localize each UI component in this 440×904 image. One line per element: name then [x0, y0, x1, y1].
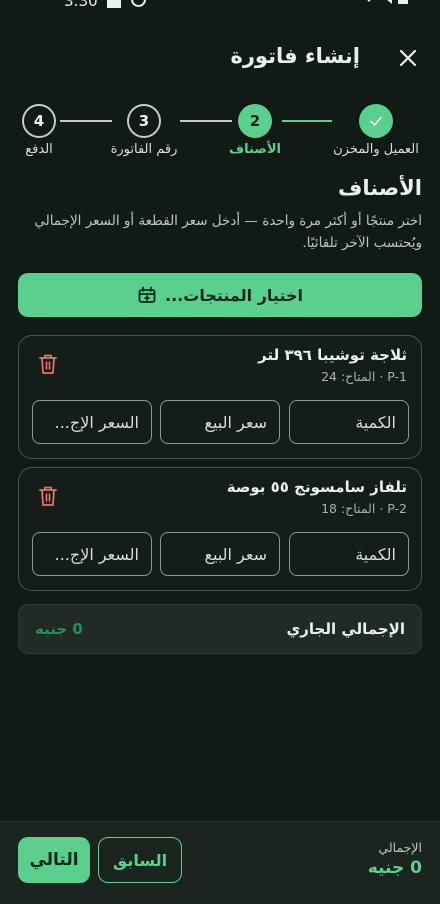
running-total-label: الإجمالي الجاري [286, 620, 405, 638]
total-caption: الإجمالي [378, 840, 422, 855]
pick-products-button[interactable]: اختيار المنتجات... [18, 273, 422, 317]
total-price-field[interactable]: السعر الإج... [32, 400, 152, 444]
total-price-placeholder: السعر الإج... [54, 544, 139, 564]
total-value: 0 جنيه [367, 858, 422, 878]
step-3-number: 3 [138, 112, 150, 130]
quantity-field[interactable]: الكمية [289, 532, 409, 576]
sale-price-field[interactable]: سعر البيع [160, 400, 280, 444]
item-name: تلفاز سامسونج ٥٥ بوصة [226, 478, 407, 496]
step-2-label: الأصناف [229, 142, 281, 157]
bottom-bar: الإجمالي 0 جنيه السابق التالي [0, 821, 440, 904]
stepper-connector [60, 120, 112, 122]
running-total-value: 0 جنيه [35, 620, 83, 638]
sale-price-field[interactable]: سعر البيع [160, 532, 280, 576]
next-button[interactable]: التالي [18, 837, 90, 883]
quantity-field[interactable]: الكمية [289, 400, 409, 444]
check-icon [370, 116, 382, 126]
step-3-label: رقم الفاتورة [110, 142, 178, 157]
top-bar: إنشاء فاتورة [0, 32, 440, 84]
item-meta: P-2 · المتاح: 18 [321, 501, 407, 516]
add-to-box-icon [138, 286, 156, 303]
quantity-placeholder: الكمية [355, 544, 396, 564]
close-button[interactable] [390, 42, 426, 74]
sale-price-placeholder: سعر البيع [204, 412, 267, 432]
step-1-circle[interactable] [359, 104, 393, 138]
item-meta: P-1 · المتاح: 24 [321, 369, 407, 384]
quantity-placeholder: الكمية [355, 412, 396, 432]
section-description: اختر منتجًا أو أكثر مرة واحدة — أدخل سعر… [34, 213, 422, 251]
total-price-field[interactable]: السعر الإج... [32, 532, 152, 576]
item-card: ثلاجة توشيبا ٣٩٦ لتر P-1 · المتاح: 24 ال… [18, 335, 422, 459]
step-2-circle[interactable]: 2 [238, 104, 272, 138]
section-title: الأصناف [338, 176, 422, 200]
item-card: تلفاز سامسونج ٥٥ بوصة P-2 · المتاح: 18 ا… [18, 467, 422, 591]
stepper-connector [180, 120, 232, 122]
step-4-label: الدفع [25, 142, 53, 157]
pick-products-label: اختيار المنتجات... [165, 285, 303, 305]
close-icon [399, 49, 417, 67]
previous-button[interactable]: السابق [98, 837, 182, 883]
step-2-number: 2 [249, 112, 261, 130]
delete-icon[interactable] [37, 352, 59, 376]
total-price-placeholder: السعر الإج... [54, 412, 139, 432]
step-1-label: العميل والمخزن [333, 142, 419, 157]
sale-price-placeholder: سعر البيع [204, 544, 267, 564]
step-3-circle[interactable]: 3 [127, 104, 161, 138]
page-title: إنشاء فاتورة [230, 44, 360, 68]
notification-icon [107, 0, 121, 8]
signal-battery-icon [367, 0, 408, 4]
sync-icon [131, 0, 146, 7]
status-time: 3:30 [64, 0, 98, 10]
delete-icon[interactable] [37, 484, 59, 508]
item-name: ثلاجة توشيبا ٣٩٦ لتر [258, 346, 407, 364]
step-4-number: 4 [33, 112, 45, 130]
status-bar: 3:30 [0, 0, 440, 14]
step-4-circle[interactable]: 4 [22, 104, 56, 138]
stepper-connector [282, 120, 332, 122]
stepper: 4 3 2 الدفع رقم الفاتورة الأصناف العميل … [0, 100, 440, 164]
running-total: الإجمالي الجاري 0 جنيه [18, 604, 422, 654]
